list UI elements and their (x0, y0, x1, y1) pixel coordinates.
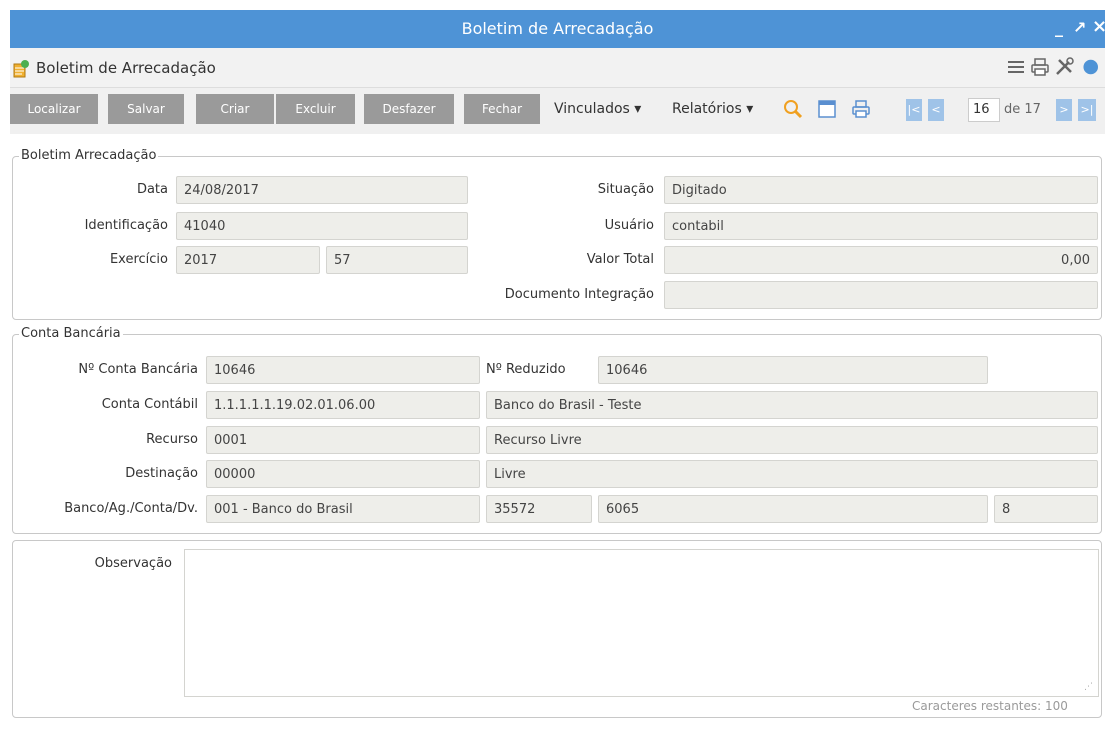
documento-integracao-field[interactable] (664, 281, 1098, 309)
resize-handle-icon[interactable]: ⋰ (1084, 682, 1093, 692)
agencia-field[interactable]: 35572 (486, 495, 592, 523)
last-page-button[interactable]: >| (1078, 99, 1096, 121)
valor-total-label: Valor Total (586, 252, 654, 267)
form-header: Boletim de Arrecadação (10, 48, 1105, 88)
situacao-label: Situação (597, 182, 654, 197)
toolbar: Localizar Salvar Criar Excluir Desfazer … (10, 88, 1105, 134)
desfazer-button[interactable]: Desfazer (364, 94, 454, 124)
boletim-legend: Boletim Arrecadação (19, 148, 159, 163)
destinacao-label: Destinação (125, 466, 198, 481)
observacao-textarea[interactable] (184, 549, 1099, 697)
page-number-input[interactable]: 16 (968, 98, 1000, 122)
tools-icon[interactable] (1053, 56, 1075, 78)
identificacao-label: Identificação (84, 218, 168, 233)
maximize-icon[interactable]: ↗ (1073, 18, 1086, 37)
print-icon[interactable] (850, 98, 872, 120)
conta-contabil-label: Conta Contábil (101, 397, 198, 412)
exercicio-number-field[interactable]: 57 (326, 246, 468, 274)
fechar-button[interactable]: Fechar (464, 94, 540, 124)
numero-reduzido-field[interactable]: 10646 (598, 356, 988, 384)
destinacao-field[interactable]: 00000 (206, 460, 480, 488)
window-titlebar: Boletim de Arrecadação _ ↗ × (10, 10, 1105, 48)
numero-conta-field[interactable]: 10646 (206, 356, 480, 384)
banco-label: Banco/Ag./Conta/Dv. (64, 501, 198, 516)
vinculados-menu[interactable]: Vinculados ▾ (554, 101, 641, 117)
situacao-field[interactable]: Digitado (664, 176, 1098, 204)
localizar-button[interactable]: Localizar (10, 94, 98, 124)
search-icon[interactable] (782, 98, 804, 120)
usuario-label: Usuário (604, 218, 654, 233)
exercicio-field[interactable]: 2017 (176, 246, 320, 274)
minimize-icon[interactable]: _ (1055, 18, 1063, 37)
conta-bancaria-legend: Conta Bancária (19, 326, 123, 341)
banco-field[interactable]: 001 - Banco do Brasil (206, 495, 480, 523)
relatorios-menu[interactable]: Relatórios ▾ (672, 101, 753, 117)
recurso-label: Recurso (146, 432, 198, 447)
conta-contabil-description[interactable]: Banco do Brasil - Teste (486, 391, 1098, 419)
recurso-field[interactable]: 0001 (206, 426, 480, 454)
window-icon[interactable] (816, 98, 838, 120)
window-title: Boletim de Arrecadação (461, 19, 654, 38)
salvar-button[interactable]: Salvar (108, 94, 184, 124)
page-title: Boletim de Arrecadação (36, 59, 216, 77)
valor-total-field[interactable]: 0,00 (664, 246, 1098, 274)
observacao-label: Observação (94, 556, 172, 571)
help-icon[interactable] (1078, 56, 1098, 78)
numero-reduzido-label: Nº Reduzido (486, 362, 566, 377)
exercicio-label: Exercício (109, 252, 168, 267)
numero-conta-label: Nº Conta Bancária (78, 362, 198, 377)
excluir-button[interactable]: Excluir (276, 94, 355, 124)
page-total: de 17 (1004, 102, 1041, 117)
destinacao-description[interactable]: Livre (486, 460, 1098, 488)
data-label: Data (136, 182, 168, 197)
identificacao-field[interactable]: 41040 (176, 212, 468, 240)
documento-integracao-label: Documento Integração (504, 287, 654, 302)
close-icon[interactable]: × (1092, 16, 1105, 37)
next-page-button[interactable]: > (1056, 99, 1072, 121)
print-icon[interactable] (1029, 56, 1051, 78)
characters-remaining: Caracteres restantes: 100 (912, 699, 1068, 713)
menu-icon[interactable] (1005, 56, 1027, 78)
usuario-field[interactable]: contabil (664, 212, 1098, 240)
data-field[interactable]: 24/08/2017 (176, 176, 468, 204)
app-logo-icon (13, 60, 29, 78)
recurso-description[interactable]: Recurso Livre (486, 426, 1098, 454)
prev-page-button[interactable]: < (928, 99, 944, 121)
conta-contabil-field[interactable]: 1.1.1.1.1.19.02.01.06.00 (206, 391, 480, 419)
first-page-button[interactable]: |< (906, 99, 922, 121)
dv-field[interactable]: 8 (994, 495, 1098, 523)
criar-button[interactable]: Criar (196, 94, 274, 124)
conta-field[interactable]: 6065 (598, 495, 988, 523)
